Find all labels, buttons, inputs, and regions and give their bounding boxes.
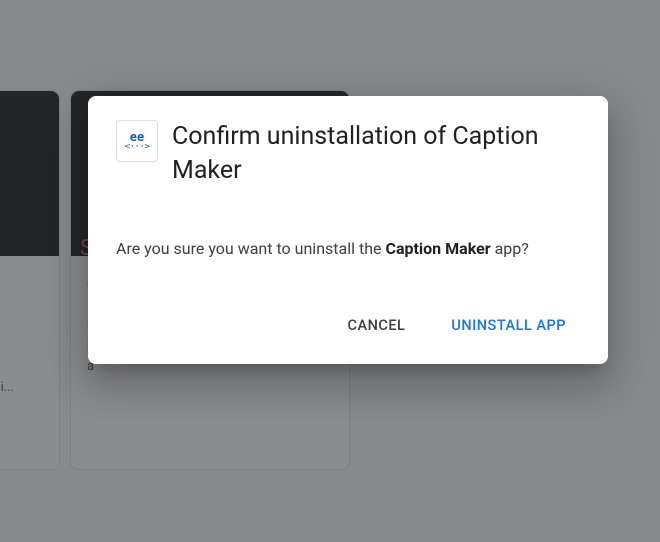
dialog-body-appname: Caption Maker (385, 239, 490, 258)
dialog-title-prefix: Confirm uninstallation of (172, 122, 446, 151)
confirm-uninstall-dialog: ee <···> Confirm uninstallation of Capti… (88, 96, 608, 364)
uninstall-app-button[interactable]: UNINSTALL APP (437, 309, 580, 342)
dialog-actions: CANCEL UNINSTALL APP (116, 309, 580, 342)
app-icon: ee <···> (116, 120, 158, 162)
dialog-body-pre: Are you sure you want to uninstall the (116, 239, 385, 258)
app-icon-text-bottom: <···> (125, 143, 150, 152)
dialog-body: Are you sure you want to uninstall the C… (116, 236, 580, 262)
dialog-title: Confirm uninstallation of Caption Maker (172, 120, 580, 188)
cancel-button[interactable]: CANCEL (334, 309, 420, 342)
dialog-body-post: app? (491, 239, 529, 258)
app-icon-text-top: ee (130, 131, 144, 143)
dialog-header: ee <···> Confirm uninstallation of Capti… (116, 120, 580, 188)
